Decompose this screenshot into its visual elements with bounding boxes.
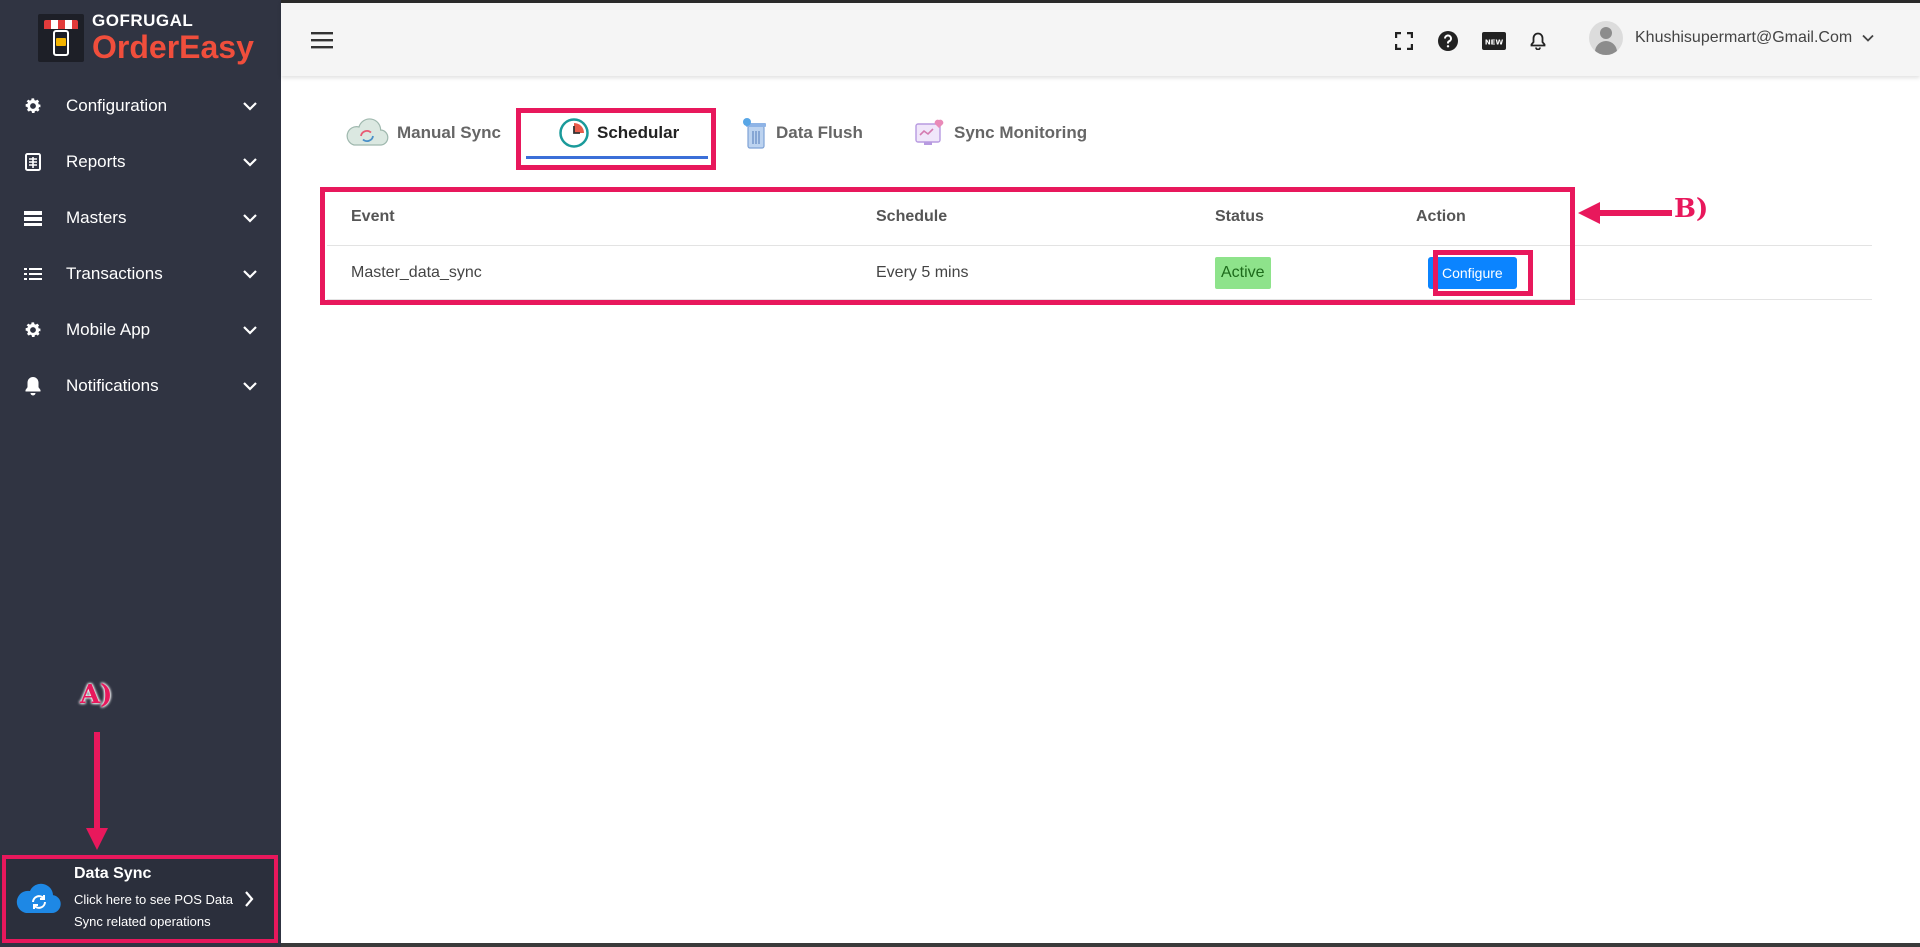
bell-icon — [22, 375, 44, 397]
tab-sync-monitoring[interactable]: Sync Monitoring — [914, 102, 1087, 164]
chevron-down-icon — [241, 321, 259, 339]
sidebar-item-reports[interactable]: Reports — [0, 134, 281, 190]
sidebar-item-mobile-app[interactable]: Mobile App — [0, 302, 281, 358]
annotation-a-label: A) — [80, 680, 113, 710]
tab-label: Manual Sync — [397, 123, 501, 142]
sidebar-item-notifications[interactable]: Notifications — [0, 358, 281, 414]
sidebar-item-transactions[interactable]: Transactions — [0, 246, 281, 302]
sidebar-item-label: Reports — [66, 152, 126, 171]
store-icon — [38, 13, 84, 62]
chevron-down-icon — [1862, 29, 1874, 47]
cloud-sync-icon — [16, 883, 61, 913]
chevron-down-icon — [241, 265, 259, 283]
gear-icon — [22, 95, 44, 117]
chevron-down-icon — [241, 377, 259, 395]
brand-name-bottom: OrderEasy — [92, 29, 254, 65]
new-features-icon[interactable]: NEW — [1480, 29, 1508, 53]
sidebar-item-label: Configuration — [66, 96, 168, 115]
tab-manual-sync[interactable]: Manual Sync — [345, 102, 501, 164]
annotation-highlight-tab — [516, 108, 716, 170]
avatar — [1589, 21, 1623, 55]
cloud-sync-icon — [346, 118, 389, 146]
tab-data-flush[interactable]: Data Flush — [740, 102, 863, 164]
monitor-icon — [915, 119, 944, 145]
sidebar-menu: Configuration Reports Masters Transactio… — [0, 78, 281, 414]
brand-name-top: GOFRUGAL — [92, 11, 194, 30]
brand-logo[interactable]: GOFRUGAL OrderEasy — [38, 12, 254, 63]
data-sync-description: Click here to see POS Data Sync related … — [74, 892, 233, 929]
data-sync-panel[interactable]: Data Sync Click here to see POS Data Syn… — [2, 855, 278, 943]
sidebar-item-label: Masters — [66, 208, 127, 227]
gear-icon — [22, 319, 44, 341]
annotation-b-arrow — [1578, 202, 1672, 224]
annotation-highlight-table — [320, 187, 1575, 305]
chevron-right-icon — [238, 888, 260, 910]
new-badge-text: NEW — [1485, 39, 1504, 47]
trash-icon — [743, 118, 766, 149]
masters-icon — [22, 207, 44, 229]
sidebar-item-label: Transactions — [66, 264, 163, 283]
annotation-highlight-configure — [1433, 250, 1533, 296]
sidebar-item-label: Notifications — [66, 376, 159, 395]
hamburger-menu-icon[interactable] — [311, 31, 333, 49]
chevron-down-icon — [241, 153, 259, 171]
user-email: Khushisupermart@Gmail.Com — [1635, 29, 1853, 46]
list-icon — [22, 263, 44, 285]
sidebar-item-label: Mobile App — [66, 320, 151, 339]
annotation-b-label: B) — [1674, 194, 1709, 224]
sidebar-item-masters[interactable]: Masters — [0, 190, 281, 246]
tab-label: Data Flush — [776, 123, 863, 142]
annotation-a-arrow — [86, 732, 108, 850]
chevron-down-icon — [241, 97, 259, 115]
reports-icon — [22, 151, 44, 173]
bell-icon[interactable] — [1526, 29, 1550, 53]
data-sync-title: Data Sync — [74, 865, 152, 882]
bottom-bar — [281, 943, 1920, 947]
fullscreen-icon[interactable] — [1392, 29, 1416, 53]
user-menu[interactable]: Khushisupermart@Gmail.Com — [1589, 21, 1874, 55]
help-icon[interactable] — [1436, 29, 1460, 53]
sidebar: GOFRUGAL OrderEasy Configuration Reports… — [0, 0, 281, 947]
top-header: NEW Khushisupermart@Gmail.Com — [281, 0, 1920, 76]
chevron-down-icon — [241, 209, 259, 227]
sidebar-item-configuration[interactable]: Configuration — [0, 78, 281, 134]
tab-label: Sync Monitoring — [954, 123, 1088, 142]
